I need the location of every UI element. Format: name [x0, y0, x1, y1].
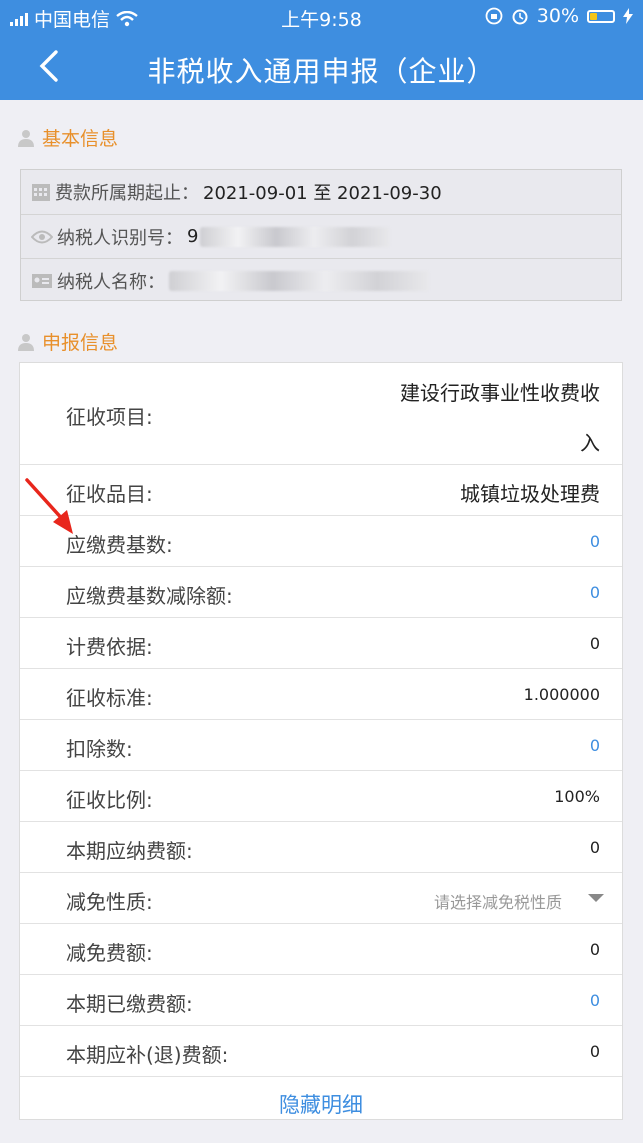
period-label: 费款所属期起止：	[55, 183, 199, 204]
paid-fee-row[interactable]: 本期已缴费额: 0	[20, 974, 622, 1026]
declaration-panel: 征收项目: 建设行政事业性收费收 入 征收品目: 城镇垃圾处理费 应缴费基数: …	[19, 362, 623, 1120]
basic-info-panel: 费款所属期起止： 2021-09-01 至 2021-09-30 纳税人识别号：…	[20, 169, 622, 301]
paid-fee-label: 本期已缴费额:	[66, 992, 193, 1016]
payable-fee-label: 本期应纳费额:	[66, 839, 193, 863]
levy-item-value-line1: 建设行政事业性收费收	[400, 381, 600, 405]
fee-base-deduction-row[interactable]: 应缴费基数减除额: 0	[20, 566, 622, 618]
billing-basis-value: 0	[589, 634, 600, 653]
levy-ratio-row: 征收比例: 100%	[20, 770, 622, 822]
taxpayer-name-redaction	[169, 270, 429, 291]
levy-item-row: 征收项目: 建设行政事业性收费收 入	[20, 363, 622, 465]
basic-info-heading: 基本信息	[18, 124, 118, 151]
taxpayer-id-value: 9	[187, 226, 199, 247]
levy-category-row: 征收品目: 城镇垃圾处理费	[20, 464, 622, 516]
period-value: 2021-09-01 至 2021-09-30	[203, 183, 442, 204]
deduction-row[interactable]: 扣除数: 0	[20, 719, 622, 771]
user-icon	[18, 333, 34, 351]
orientation-lock-icon	[485, 7, 503, 25]
levy-ratio-label: 征收比例:	[66, 788, 153, 812]
period-row: 费款所属期起止： 2021-09-01 至 2021-09-30	[21, 170, 621, 214]
refund-fee-label: 本期应补(退)费额:	[66, 1043, 229, 1067]
fee-base-input[interactable]: 0	[590, 532, 600, 551]
levy-standard-label: 征收标准:	[66, 686, 153, 710]
payable-fee-value: 0	[589, 838, 600, 857]
battery-percent: 30%	[536, 5, 579, 27]
exemption-type-select[interactable]: 请选择减免税性质	[434, 889, 562, 913]
levy-standard-value: 1.000000	[523, 685, 600, 704]
billing-basis-label: 计费依据:	[66, 635, 153, 659]
taxpayer-id-redaction	[200, 226, 391, 247]
taxpayer-id-label: 纳税人识别号：	[57, 227, 183, 249]
hide-details-button[interactable]: 隐藏明细	[20, 1089, 622, 1119]
taxpayer-name-label: 纳税人名称：	[57, 271, 165, 293]
exemption-amount-label: 减免费额:	[66, 941, 153, 965]
exemption-type-label: 减免性质:	[66, 890, 153, 914]
refund-fee-row: 本期应补(退)费额: 0	[20, 1025, 622, 1077]
exemption-amount-row: 减免费额: 0	[20, 923, 622, 975]
annotation-arrow-icon	[25, 478, 73, 534]
eye-icon	[31, 230, 53, 243]
status-bar: 中国电信 上午9:58 30%	[0, 0, 643, 34]
battery-icon	[587, 9, 615, 23]
fee-base-deduction-label: 应缴费基数减除额:	[66, 584, 233, 608]
fee-base-deduction-input[interactable]: 0	[590, 583, 600, 602]
billing-basis-row: 计费依据: 0	[20, 617, 622, 669]
user-icon	[18, 129, 34, 147]
deduction-input[interactable]: 0	[590, 736, 600, 755]
levy-ratio-value: 100%	[554, 787, 600, 806]
dropdown-caret-icon[interactable]	[588, 894, 604, 902]
taxpayer-name-row: 纳税人名称：	[21, 258, 621, 302]
deduction-label: 扣除数:	[66, 737, 133, 761]
exemption-amount-value: 0	[589, 940, 600, 959]
id-card-icon	[32, 273, 52, 288]
paid-fee-input[interactable]: 0	[590, 991, 600, 1010]
levy-item-label: 征收项目:	[66, 405, 153, 429]
nav-bar: 非税收入通用申报（企业）	[0, 34, 643, 100]
basic-info-title: 基本信息	[42, 128, 119, 150]
exemption-type-row[interactable]: 减免性质: 请选择减免税性质	[20, 872, 622, 924]
payable-fee-row: 本期应纳费额: 0	[20, 821, 622, 873]
levy-standard-row: 征收标准: 1.000000	[20, 668, 622, 720]
taxpayer-id-row: 纳税人识别号： 9	[21, 214, 621, 258]
charging-icon	[623, 8, 633, 24]
calendar-icon	[32, 184, 50, 201]
fee-base-label: 应缴费基数:	[66, 533, 173, 557]
fee-base-row[interactable]: 应缴费基数: 0	[20, 515, 622, 567]
levy-item-value-line2: 入	[580, 431, 600, 455]
declaration-heading: 申报信息	[18, 328, 118, 355]
levy-category-label: 征收品目:	[66, 482, 153, 506]
declaration-title: 申报信息	[42, 332, 119, 354]
refund-fee-value: 0	[589, 1042, 600, 1061]
alarm-icon	[512, 9, 528, 25]
levy-category-value: 城镇垃圾处理费	[460, 482, 600, 506]
page-title: 非税收入通用申报（企业）	[147, 55, 496, 88]
